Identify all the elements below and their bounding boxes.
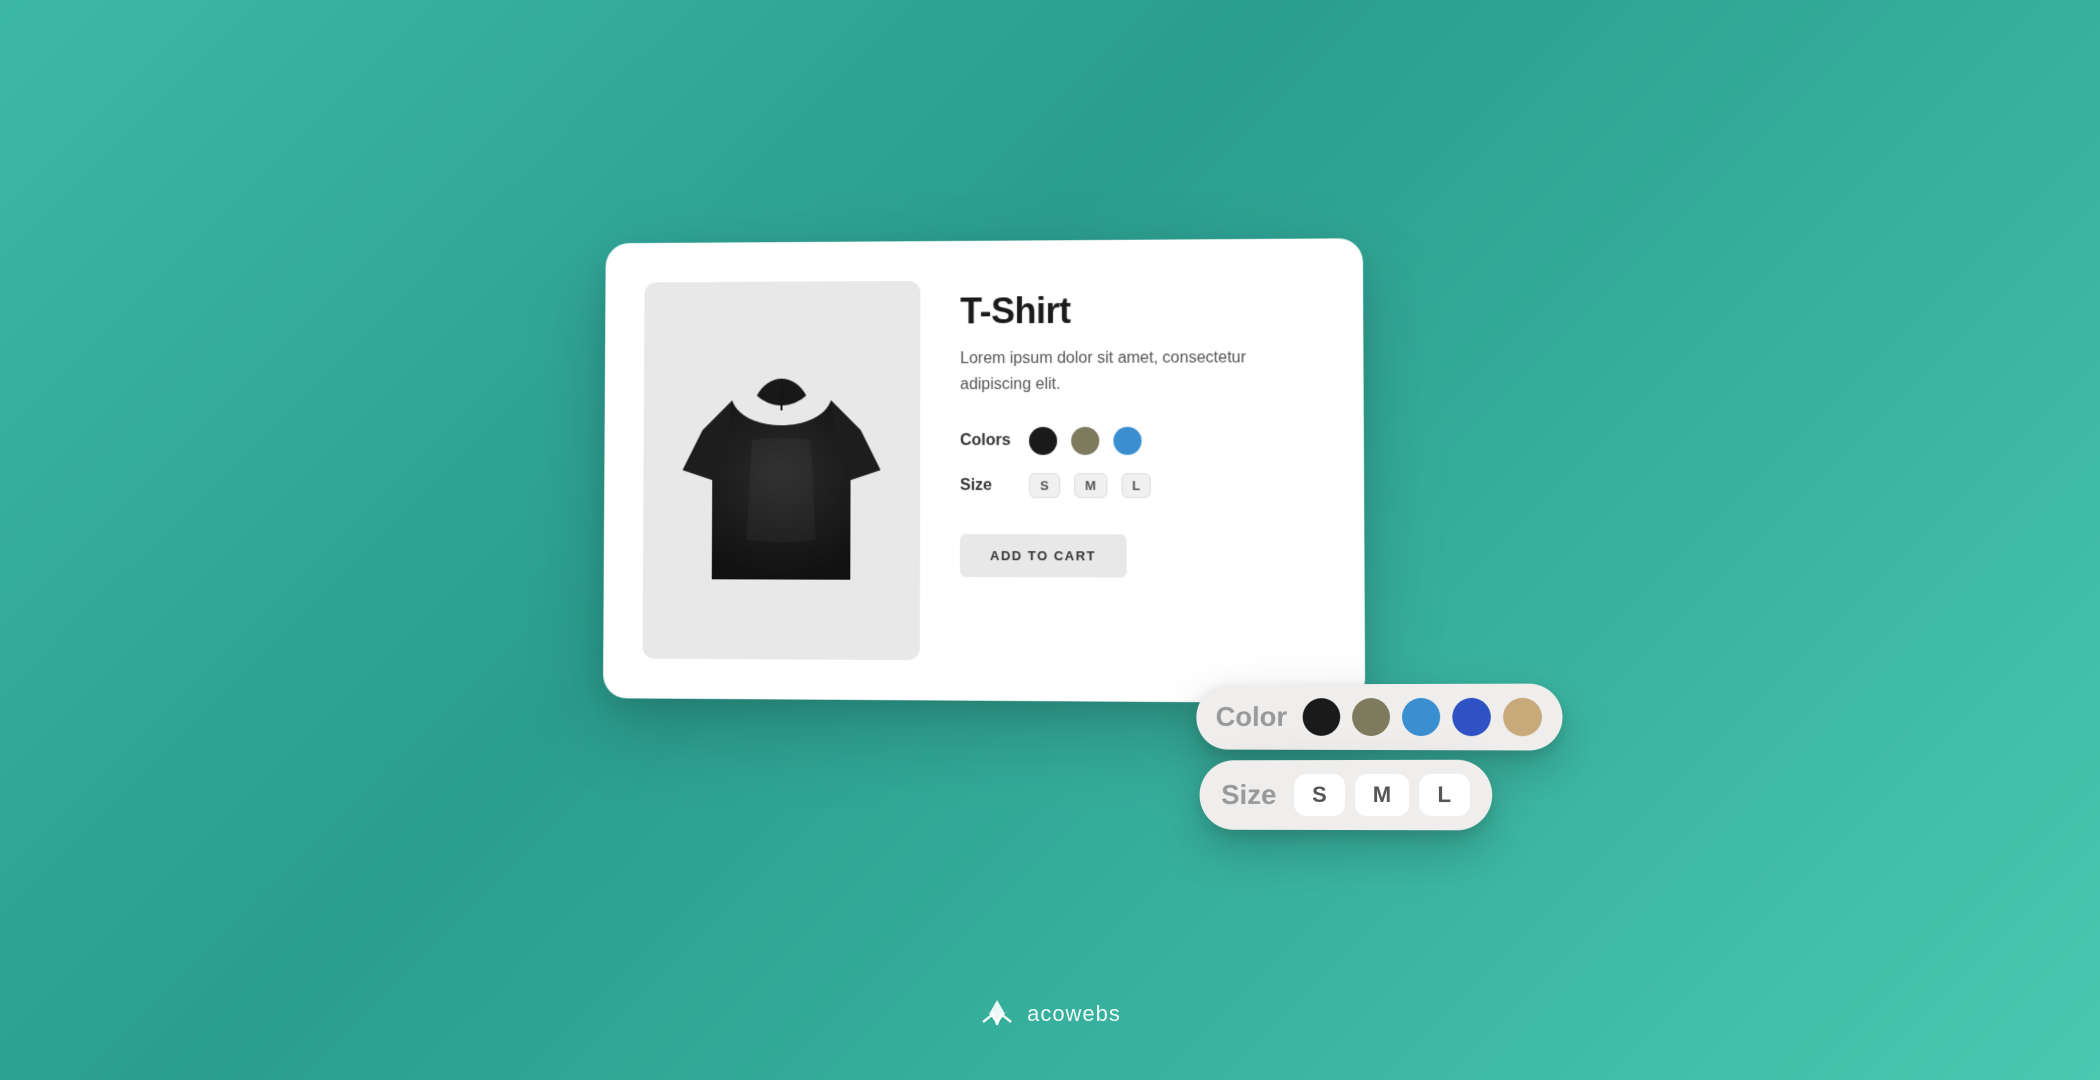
- size-l[interactable]: L: [1121, 473, 1151, 498]
- product-image: [642, 281, 920, 660]
- chip-color-olive[interactable]: [1352, 698, 1390, 736]
- sizes-row: Size S M L: [960, 473, 1323, 498]
- size-label: Size: [960, 477, 1015, 495]
- chip-color-tan[interactable]: [1503, 698, 1542, 737]
- product-description: Lorem ipsum dolor sit amet, consectetur …: [960, 345, 1323, 397]
- color-swatch-blue[interactable]: [1113, 427, 1141, 455]
- chip-size-m[interactable]: M: [1354, 774, 1409, 816]
- chip-color-black[interactable]: [1303, 698, 1341, 736]
- colors-row: Colors: [960, 427, 1323, 455]
- chip-color-darkblue[interactable]: [1452, 698, 1491, 736]
- product-card: T-Shirt Lorem ipsum dolor sit amet, cons…: [603, 238, 1365, 703]
- size-m[interactable]: M: [1074, 473, 1107, 498]
- size-chip: Size S M L: [1199, 760, 1491, 831]
- chip-color-steelblue[interactable]: [1402, 698, 1440, 736]
- add-to-cart-button[interactable]: ADD TO CART: [960, 534, 1127, 578]
- size-chip-label: Size: [1221, 779, 1276, 811]
- product-info: T-Shirt Lorem ipsum dolor sit amet, cons…: [960, 279, 1324, 663]
- acowebs-logo-icon: [979, 996, 1015, 1032]
- color-chip-label: Color: [1215, 701, 1287, 733]
- product-title: T-Shirt: [960, 289, 1322, 333]
- main-scene: T-Shirt Lorem ipsum dolor sit amet, cons…: [600, 190, 1500, 890]
- chip-size-s[interactable]: S: [1294, 774, 1345, 816]
- color-swatch-olive[interactable]: [1071, 427, 1099, 455]
- chip-size-l[interactable]: L: [1419, 774, 1469, 816]
- colors-label: Colors: [960, 432, 1015, 450]
- tshirt-illustration: [672, 341, 890, 600]
- brand-footer: acowebs: [979, 996, 1121, 1032]
- color-chip: Color: [1196, 684, 1563, 751]
- size-s[interactable]: S: [1029, 473, 1060, 498]
- brand-name: acowebs: [1027, 1001, 1121, 1027]
- color-swatch-black[interactable]: [1029, 427, 1057, 455]
